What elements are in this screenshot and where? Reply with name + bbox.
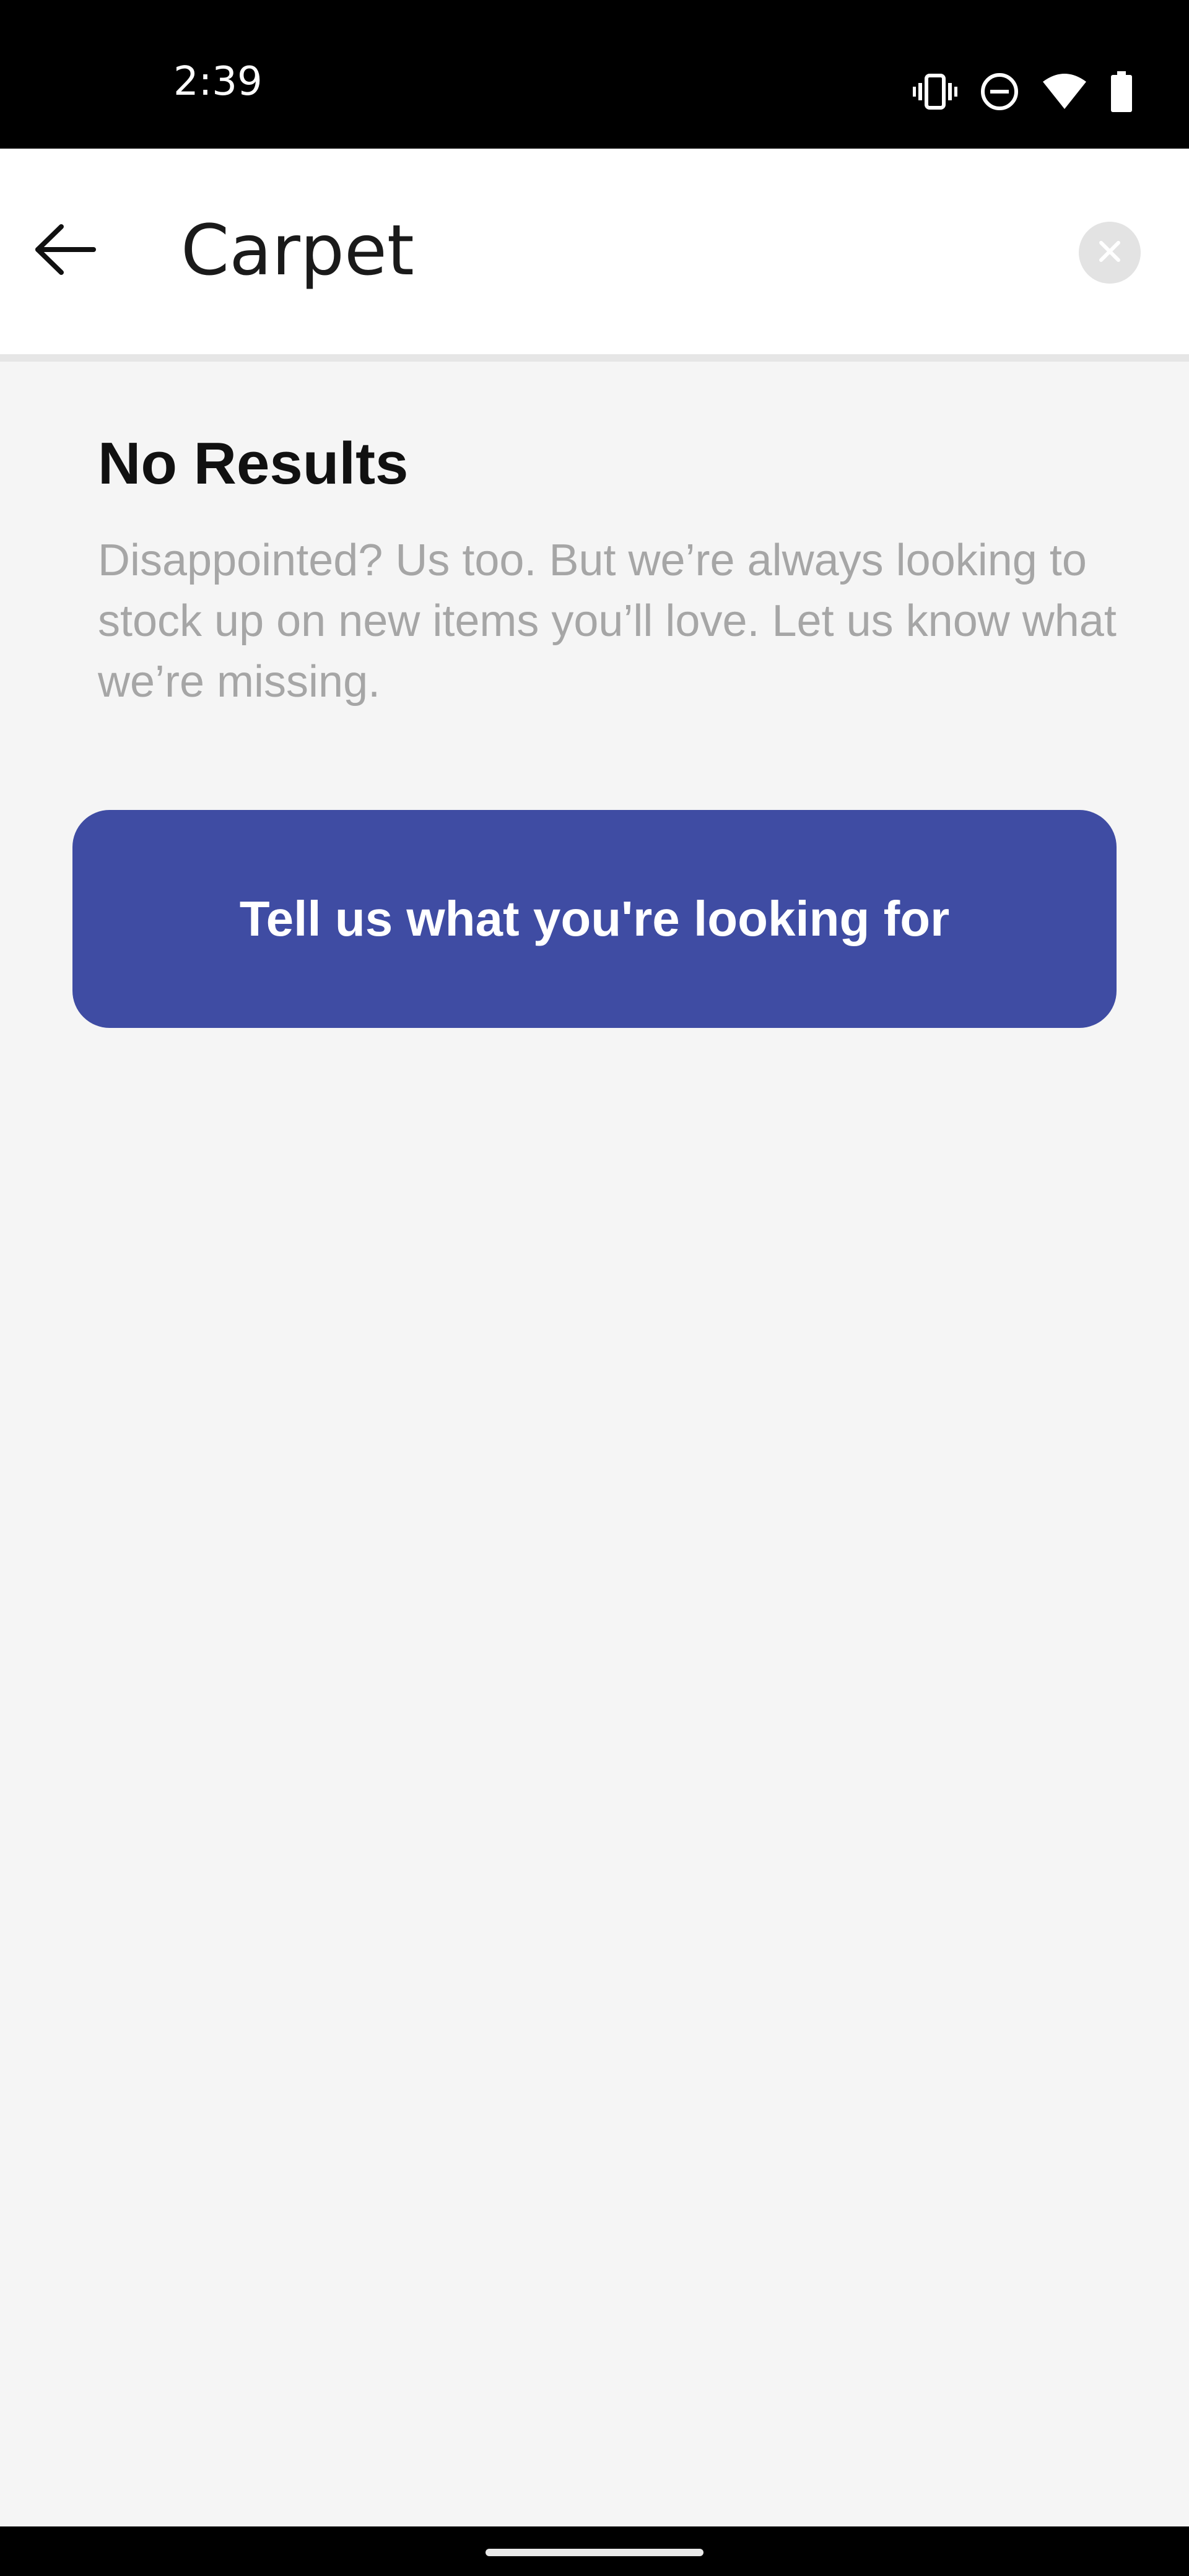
home-gesture-handle[interactable] xyxy=(486,2549,703,2556)
vibrate-icon xyxy=(913,73,957,110)
arrow-left-icon xyxy=(34,222,96,281)
close-icon xyxy=(1097,239,1122,267)
app-bar-divider xyxy=(0,354,1189,362)
status-time: 2:39 xyxy=(173,59,263,105)
do-not-disturb-icon xyxy=(980,72,1019,111)
battery-icon xyxy=(1110,71,1133,112)
tell-us-button[interactable]: Tell us what you're looking for xyxy=(72,810,1117,1028)
no-results-message: Disappointed? Us too. But we’re always l… xyxy=(98,536,1117,707)
search-input[interactable] xyxy=(181,204,1017,297)
status-icons xyxy=(913,67,1133,116)
clear-search-button[interactable] xyxy=(1079,222,1141,284)
no-results-title: No Results xyxy=(98,430,409,497)
status-bar: 2:39 xyxy=(0,0,1189,149)
back-button[interactable] xyxy=(25,204,105,297)
wifi-icon xyxy=(1042,73,1087,110)
